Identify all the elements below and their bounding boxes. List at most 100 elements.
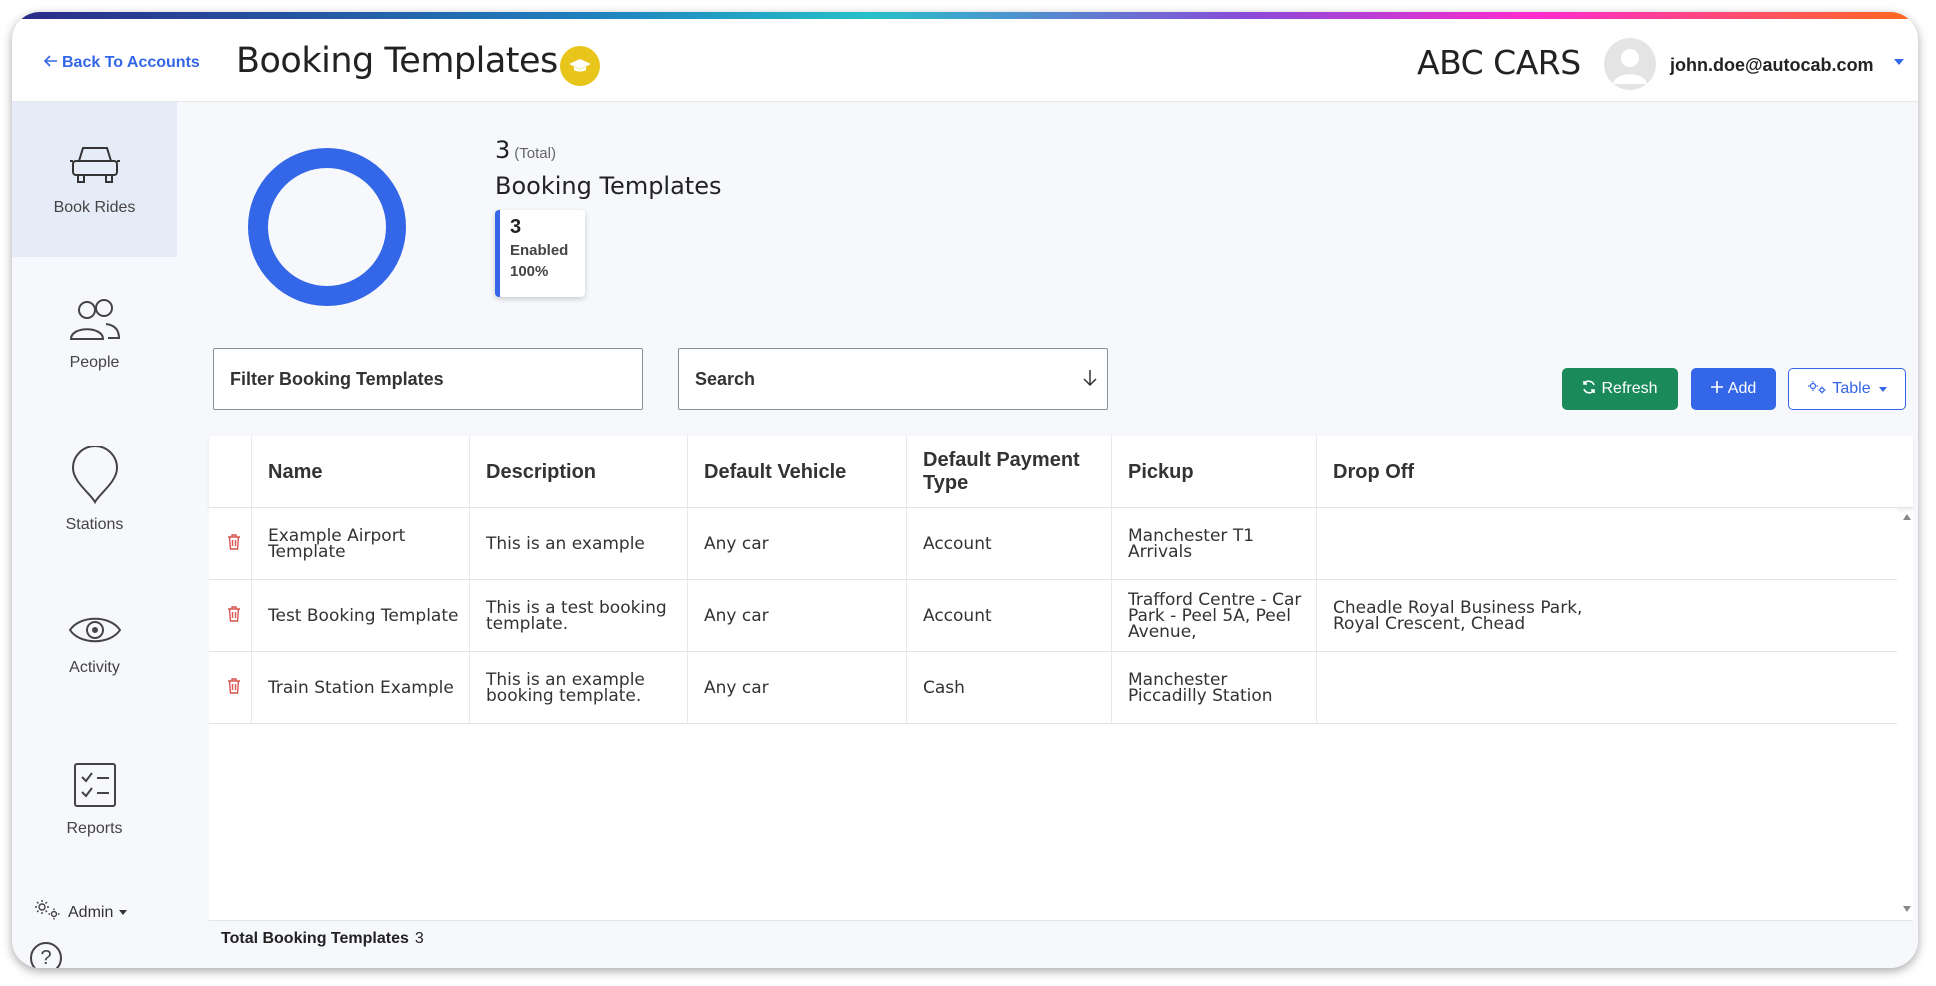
table-row[interactable]: Train Station Example This is an example… [209, 652, 1897, 724]
sidebar-item-label: Activity [69, 658, 120, 676]
footer-total-value: 3 [414, 930, 424, 947]
column-header-name[interactable]: Name [252, 436, 470, 508]
column-header-default-payment-type[interactable]: Default Payment Type [907, 436, 1112, 508]
refresh-label: Refresh [1601, 380, 1658, 397]
cell-drop-off-text: Cheadle Royal Business Park, Royal Cresc… [1333, 597, 1583, 634]
admin-label: Admin [68, 903, 114, 921]
delete-cell [209, 652, 252, 723]
table-row[interactable]: Test Booking Template This is a test boo… [209, 580, 1897, 652]
chevron-down-icon[interactable] [1894, 59, 1904, 65]
chevron-down-icon [1878, 386, 1887, 392]
sidebar-item-label: Stations [65, 515, 124, 533]
back-to-accounts-link[interactable]: Back To Accounts [43, 54, 200, 72]
car-icon [69, 143, 121, 187]
help-icon[interactable]: ? [30, 942, 62, 968]
add-label: Add [1727, 380, 1757, 397]
cell-drop-off [1317, 652, 1897, 723]
cell-default-vehicle: Any car [688, 580, 907, 651]
search-label: Search [695, 368, 756, 389]
gear-icon [1807, 380, 1827, 399]
sidebar-item-activity[interactable]: Activity [12, 567, 177, 722]
refresh-icon [1582, 379, 1596, 399]
column-header-pickup[interactable]: Pickup [1112, 436, 1317, 508]
cell-name: Test Booking Template [252, 580, 470, 651]
cell-description: This is a test booking template. [470, 580, 688, 651]
cell-default-payment-type: Cash [907, 652, 1112, 723]
main-content: 3 (Total) Booking Templates 3 Enabled 100… [177, 102, 1918, 968]
sidebar-item-people[interactable]: People [12, 257, 177, 412]
enabled-donut-chart [248, 148, 406, 306]
sidebar: Book Rides People Stations Activity Repo… [12, 102, 177, 968]
map-pin-icon [71, 445, 119, 504]
back-link-label: Back To Accounts [62, 54, 200, 71]
cell-default-payment-type: Account [907, 580, 1112, 651]
header: Back To Accounts Booking Templates ABC C… [12, 19, 1918, 102]
people-icon [68, 298, 122, 342]
brand-gradient-bar [12, 12, 1918, 19]
cell-description: This is an example booking template. [470, 652, 688, 723]
cell-drop-off [1317, 508, 1897, 579]
enabled-count: 3 [510, 216, 522, 238]
cell-description: This is an example [470, 508, 688, 579]
column-header-drop-off[interactable]: Drop Off [1317, 436, 1913, 508]
cell-default-vehicle: Any car [688, 652, 907, 723]
cell-default-payment-type: Account [907, 508, 1112, 579]
delete-cell [209, 580, 252, 651]
sidebar-item-reports[interactable]: Reports [12, 722, 177, 877]
cell-default-vehicle: Any car [688, 508, 907, 579]
column-header-default-vehicle[interactable]: Default Vehicle [688, 436, 907, 508]
cell-pickup: Trafford Centre - Car Park - Peel 5A, Pe… [1112, 580, 1317, 651]
booking-templates-table: Name Description Default Vehicle Default… [209, 436, 1913, 920]
sidebar-item-book-rides[interactable]: Book Rides [12, 102, 177, 257]
enabled-stat-card: 3 Enabled 100% [495, 210, 585, 297]
cell-pickup: Manchester Piccadilly Station [1112, 652, 1317, 723]
enabled-percent: 100% [510, 263, 549, 280]
delete-cell [209, 508, 252, 579]
scroll-down-arrow[interactable] [1903, 906, 1911, 912]
arrow-down-icon [1083, 369, 1097, 392]
filter-booking-templates-field[interactable]: Filter Booking Templates [213, 348, 643, 410]
arrow-left-icon [43, 54, 58, 72]
column-header-description[interactable]: Description [470, 436, 688, 508]
graduation-cap-icon[interactable] [560, 46, 600, 86]
cell-name: Example Airport Template [252, 508, 470, 579]
table-view-button[interactable]: Table [1788, 368, 1906, 410]
footer-total: Total Booking Templates 3 [221, 930, 424, 948]
search-field[interactable]: Search [678, 348, 1108, 410]
enabled-label: Enabled [510, 242, 569, 259]
add-button[interactable]: Add [1691, 368, 1776, 410]
trash-icon[interactable] [227, 678, 241, 697]
chevron-down-icon [119, 910, 128, 915]
scroll-up-arrow[interactable] [1903, 514, 1911, 520]
footer-total-label: Total Booking Templates [221, 930, 409, 947]
filter-label: Filter Booking Templates [230, 368, 444, 389]
sidebar-item-label: Book Rides [53, 198, 136, 216]
table-view-label: Table [1832, 380, 1871, 397]
plus-icon [1710, 380, 1723, 398]
refresh-button[interactable]: Refresh [1562, 368, 1678, 410]
total-label: (Total) [514, 145, 556, 162]
table-header: Name Description Default Vehicle Default… [209, 436, 1913, 508]
user-email[interactable]: john.doe@autocab.com [1670, 55, 1874, 76]
app-window: Back To Accounts Booking Templates ABC C… [12, 12, 1918, 968]
donut-enabled-arc [248, 148, 406, 306]
sidebar-item-label: Reports [66, 819, 123, 837]
avatar[interactable] [1604, 38, 1656, 90]
page-title: Booking Templates [236, 41, 558, 81]
trash-icon[interactable] [227, 534, 241, 553]
eye-icon [68, 613, 122, 647]
checklist-icon [73, 762, 117, 808]
company-name: ABC CARS [1417, 43, 1581, 82]
summary-title: Booking Templates [495, 172, 722, 200]
total-count: 3 (Total) [495, 136, 556, 164]
sidebar-item-stations[interactable]: Stations [12, 412, 177, 567]
trash-icon[interactable] [227, 606, 241, 625]
footer-divider [209, 920, 1913, 921]
total-value: 3 [495, 136, 511, 164]
sidebar-item-label: People [69, 353, 120, 371]
table-row[interactable]: Example Airport Template This is an exam… [209, 508, 1897, 580]
admin-menu[interactable]: Admin [34, 899, 128, 926]
column-header-actions [209, 436, 252, 508]
gear-icon [34, 899, 62, 926]
cell-pickup: Manchester T1 Arrivals [1112, 508, 1317, 579]
